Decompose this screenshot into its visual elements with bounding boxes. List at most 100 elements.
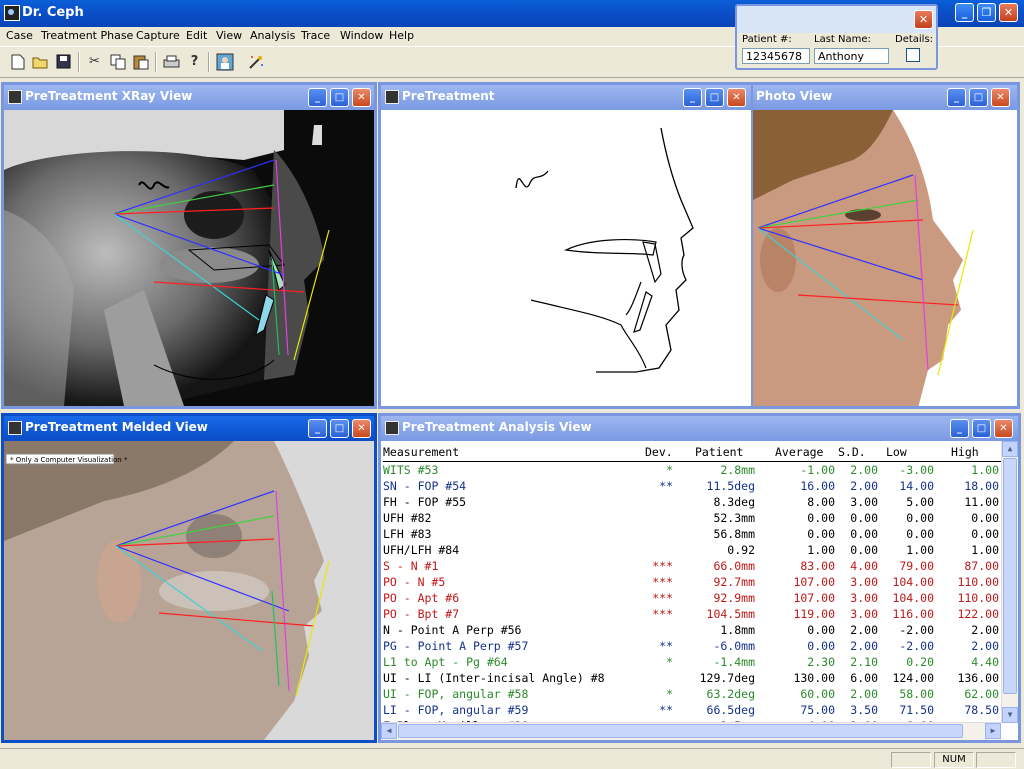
vertical-scrollbar[interactable]: ▲ ▼: [1001, 441, 1018, 723]
xray-window[interactable]: PreTreatment XRay View _ □ ✕: [1, 82, 377, 409]
melded-window-title: PreTreatment Melded View: [25, 420, 208, 434]
cut-icon[interactable]: ✂: [84, 51, 105, 72]
table-row[interactable]: LI - FOP, angular #59 ** 66.5deg 75.00 3.50 7…: [383, 703, 1001, 719]
melded-window-titlebar[interactable]: PreTreatment Melded View _ □ ✕: [4, 416, 374, 441]
minimize-icon[interactable]: _: [308, 419, 327, 438]
table-row[interactable]: UI - LI (Inter-incisal Angle) #8 129.7deg…: [383, 671, 1001, 687]
cell-dev: *: [666, 463, 673, 477]
menu-view[interactable]: View: [216, 29, 242, 42]
paste-icon[interactable]: [130, 51, 151, 72]
close-icon[interactable]: ✕: [994, 419, 1013, 438]
table-row[interactable]: PG - Point A Perp #57 ** -6.0mm 0.00 2.00 -2.…: [383, 639, 1001, 655]
minimize-icon[interactable]: _: [955, 3, 974, 22]
menu-trace[interactable]: Trace: [301, 29, 330, 42]
patient-number-field[interactable]: 12345678: [742, 48, 810, 64]
minimize-icon[interactable]: _: [947, 88, 966, 107]
analysis-window-titlebar[interactable]: PreTreatment Analysis View _ □ ✕: [381, 416, 1018, 441]
table-row[interactable]: UI - FOP, angular #58 * 63.2deg 60.00 2.00 58…: [383, 687, 1001, 703]
header-high[interactable]: High: [951, 445, 979, 459]
tracing-window[interactable]: PreTreatment _ □ ✕: [378, 82, 754, 409]
table-row[interactable]: UFH/LFH #84 0.92 1.00 0.00 1.00 1.00: [383, 543, 1001, 559]
xray-image[interactable]: [4, 110, 374, 406]
photo-image[interactable]: [753, 110, 1017, 406]
open-icon[interactable]: [30, 51, 51, 72]
maximize-icon[interactable]: □: [705, 88, 724, 107]
minimize-icon[interactable]: _: [950, 419, 969, 438]
menu-help[interactable]: Help: [389, 29, 414, 42]
tracing-canvas[interactable]: [381, 110, 751, 406]
maximize-icon[interactable]: □: [330, 419, 349, 438]
details-label: Details:: [895, 34, 934, 45]
close-icon[interactable]: ✕: [727, 88, 746, 107]
magic-wand-icon[interactable]: [245, 51, 266, 72]
cell-patient: 66.5deg: [706, 703, 755, 717]
minimize-icon[interactable]: _: [683, 88, 702, 107]
table-row[interactable]: SN - FOP #54 ** 11.5deg 16.00 2.00 14.00 18.00: [383, 479, 1001, 495]
horizontal-scrollbar[interactable]: ◀ ▶: [381, 722, 1001, 740]
cell-sd: 3.50: [850, 703, 878, 717]
maximize-icon[interactable]: □: [330, 88, 349, 107]
header-measurement[interactable]: Measurement: [383, 445, 459, 459]
close-icon[interactable]: ✕: [991, 88, 1010, 107]
menu-case[interactable]: Case: [6, 29, 33, 42]
details-checkbox[interactable]: [906, 48, 920, 62]
melded-image[interactable]: * Only a Computer Visualization *: [4, 441, 374, 740]
print-icon[interactable]: [161, 51, 182, 72]
save-icon[interactable]: [53, 51, 74, 72]
help-icon[interactable]: ?: [184, 51, 205, 72]
table-row[interactable]: PO - Apt #6 *** 92.9mm 107.00 3.00 104.00 110.…: [383, 591, 1001, 607]
table-row[interactable]: LFH #83 56.8mm 0.00 0.00 0.00 0.00: [383, 527, 1001, 543]
header-dev[interactable]: Dev.: [645, 445, 673, 459]
melded-window[interactable]: PreTreatment Melded View _ □ ✕ * Only a …: [1, 413, 377, 743]
minimize-icon[interactable]: _: [308, 88, 327, 107]
xray-window-titlebar[interactable]: PreTreatment XRay View _ □ ✕: [4, 85, 374, 110]
last-name-field[interactable]: Anthony: [814, 48, 889, 64]
menu-capture[interactable]: Capture: [136, 29, 180, 42]
maximize-icon[interactable]: □: [972, 419, 991, 438]
vertical-scroll-thumb[interactable]: [1003, 458, 1017, 694]
menu-window[interactable]: Window: [340, 29, 383, 42]
cell-high: 0.00: [971, 527, 999, 541]
restore-icon[interactable]: ❐: [977, 3, 996, 22]
patient-panel-close-icon[interactable]: ✕: [914, 10, 933, 29]
scroll-up-icon[interactable]: ▲: [1002, 441, 1018, 457]
cell-low: 5.00: [906, 495, 934, 509]
scroll-down-icon[interactable]: ▼: [1002, 707, 1018, 723]
close-icon[interactable]: ✕: [999, 3, 1018, 22]
close-icon[interactable]: ✕: [352, 88, 371, 107]
table-row[interactable]: S - N #1 *** 66.0mm 83.00 4.00 79.00 87.00: [383, 559, 1001, 575]
cell-avg: 16.00: [800, 479, 835, 493]
photo-window[interactable]: Photo View _ □ ✕: [752, 82, 1020, 409]
photo-window-titlebar[interactable]: Photo View _ □ ✕: [753, 85, 1017, 110]
new-icon[interactable]: [7, 51, 28, 72]
horizontal-scroll-thumb[interactable]: [398, 724, 963, 738]
close-icon[interactable]: ✕: [352, 419, 371, 438]
menu-treatment-phase[interactable]: Treatment Phase: [41, 29, 133, 42]
header-low[interactable]: Low: [886, 445, 907, 459]
status-panel: [976, 752, 1016, 768]
table-row[interactable]: UFH #82 52.3mm 0.00 0.00 0.00 0.00: [383, 511, 1001, 527]
scroll-right-icon[interactable]: ▶: [985, 723, 1001, 739]
patient-icon[interactable]: [214, 51, 235, 72]
table-row[interactable]: PO - Bpt #7 *** 104.5mm 119.00 3.00 116.00 122…: [383, 607, 1001, 623]
maximize-icon[interactable]: □: [969, 88, 988, 107]
copy-icon[interactable]: [107, 51, 128, 72]
cell-low: 104.00: [892, 591, 934, 605]
menu-analysis[interactable]: Analysis: [250, 29, 295, 42]
cell-sd: 3.00: [850, 591, 878, 605]
analysis-window[interactable]: PreTreatment Analysis View _ □ ✕ Measure…: [378, 413, 1021, 743]
table-row[interactable]: WITS #53 * 2.8mm -1.00 2.00 -3.00 1.00: [383, 463, 1001, 479]
header-patient[interactable]: Patient: [695, 445, 743, 459]
table-row[interactable]: PO - N #5 *** 92.7mm 107.00 3.00 104.00 110.00: [383, 575, 1001, 591]
menu-edit[interactable]: Edit: [186, 29, 207, 42]
cell-sd: 2.10: [850, 655, 878, 669]
tracing-window-titlebar[interactable]: PreTreatment _ □ ✕: [381, 85, 751, 110]
table-row[interactable]: N - Point A Perp #56 1.8mm 0.00 2.00 -2.00 2.…: [383, 623, 1001, 639]
header-sd[interactable]: S.D.: [838, 445, 866, 459]
table-row[interactable]: FH - FOP #55 8.3deg 8.00 3.00 5.00 11.00: [383, 495, 1001, 511]
cell-patient: 92.9mm: [713, 591, 755, 605]
table-row[interactable]: L1 to Apt - Pg #64 * -1.4mm 2.30 2.10 0.20 4.4…: [383, 655, 1001, 671]
scroll-left-icon[interactable]: ◀: [381, 723, 397, 739]
header-average[interactable]: Average: [775, 445, 823, 459]
cell-sd: 0.00: [850, 511, 878, 525]
